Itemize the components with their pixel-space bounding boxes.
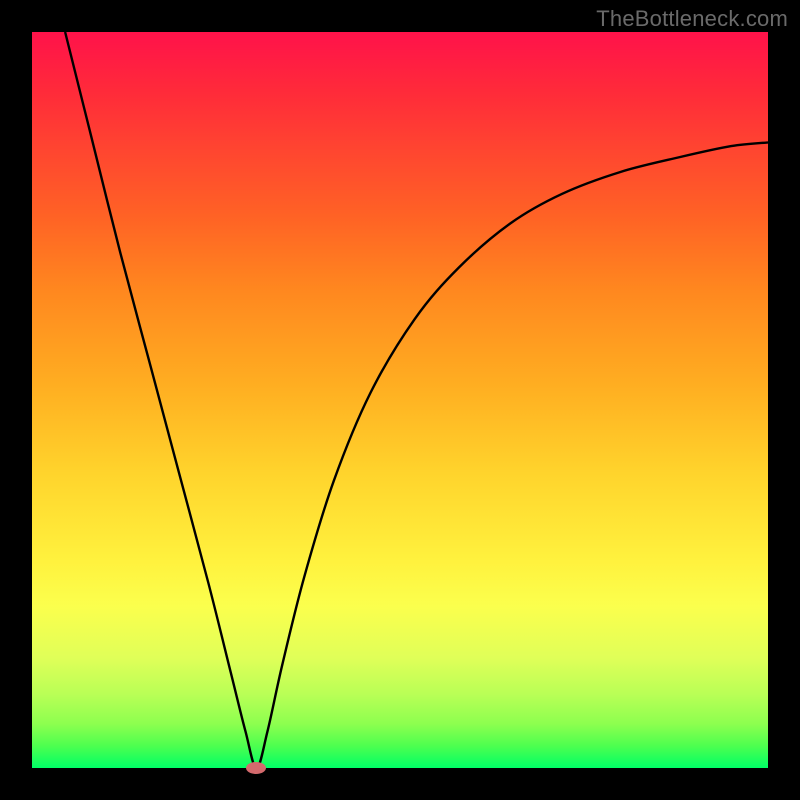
minimum-marker — [246, 762, 266, 774]
bottleneck-curve — [65, 32, 768, 768]
curve-svg — [32, 32, 768, 768]
plot-area — [32, 32, 768, 768]
source-label: TheBottleneck.com — [596, 6, 788, 32]
chart-frame: TheBottleneck.com — [0, 0, 800, 800]
